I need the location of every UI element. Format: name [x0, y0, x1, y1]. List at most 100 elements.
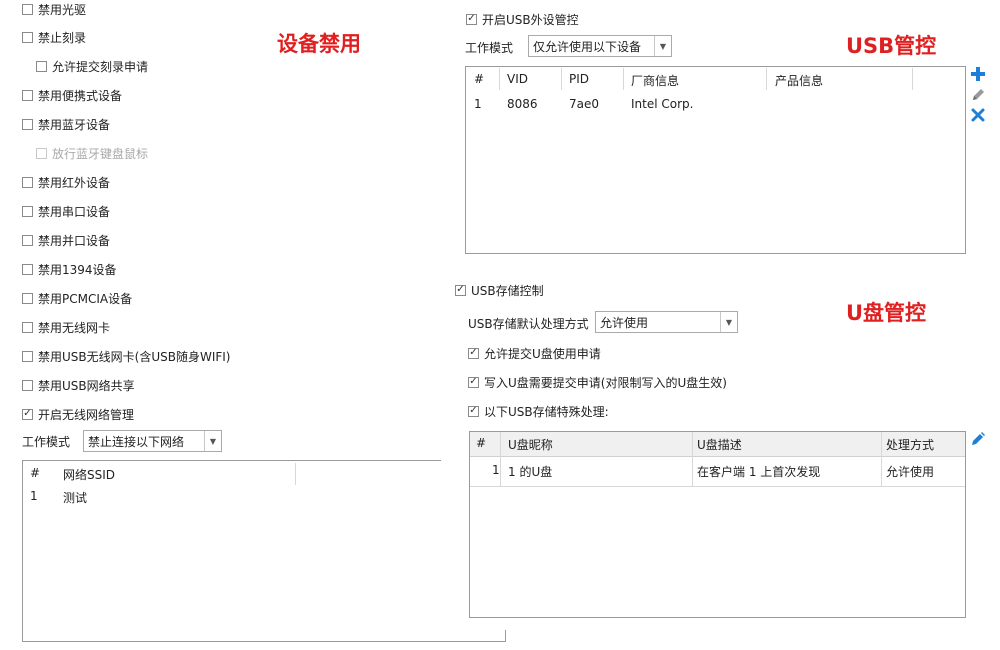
checkbox-box[interactable]: [22, 89, 33, 101]
column-divider: [623, 68, 624, 90]
checkbox-box[interactable]: [22, 3, 33, 15]
checkbox-box[interactable]: [36, 60, 47, 72]
checkbox-label: 禁用USB网络共享: [38, 378, 135, 393]
checkbox-disable-infrared[interactable]: 禁用红外设备: [22, 173, 110, 191]
checkbox-box-checked[interactable]: ✓: [22, 408, 33, 420]
column-header-vid: VID: [507, 72, 528, 86]
checkbox-box[interactable]: [22, 263, 33, 275]
checkbox-label: USB存储控制: [471, 283, 544, 298]
checkbox-label: 禁用串口设备: [38, 204, 111, 219]
checkbox-box[interactable]: [22, 350, 33, 362]
checkbox-box[interactable]: [22, 292, 33, 304]
checkbox-box-checked[interactable]: ✓: [468, 376, 479, 388]
wifi-work-mode-label: 工作模式: [22, 435, 71, 449]
checkbox-disable-1394[interactable]: 禁用1394设备: [22, 260, 117, 278]
checkbox-disable-usb-wireless-nic[interactable]: 禁用USB无线网卡(含USB随身WIFI): [22, 347, 230, 365]
column-header-nickname: U盘昵称: [508, 438, 553, 452]
select-value: 允许使用: [600, 315, 649, 330]
select-value: 仅允许使用以下设备: [533, 39, 642, 54]
checkbox-enable-wireless-management[interactable]: ✓ 开启无线网络管理: [22, 405, 134, 423]
usb-work-mode-select[interactable]: 仅允许使用以下设备 ▼: [528, 35, 672, 57]
chevron-down-icon[interactable]: ▼: [654, 36, 671, 56]
checkbox-box: [36, 147, 47, 159]
cell-action: 允许使用: [886, 465, 935, 479]
checkbox-label: 禁用便携式设备: [38, 88, 123, 103]
wifi-table-top-border: [22, 460, 441, 461]
checkbox-enable-usb-storage[interactable]: ✓ USB存储控制: [455, 281, 544, 299]
column-header-pid: PID: [569, 72, 590, 86]
checkbox-disable-cdrom[interactable]: 禁用光驱: [22, 0, 86, 18]
checkbox-write-udisk-apply[interactable]: ✓ 写入U盘需要提交申请(对限制写入的U盘生效): [468, 373, 727, 391]
checkbox-disable-bluetooth[interactable]: 禁用蓝牙设备: [22, 115, 110, 133]
column-header-ssid: 网络SSID: [63, 468, 116, 482]
column-header-vendor: 厂商信息: [631, 74, 680, 88]
checkbox-disable-wireless-nic[interactable]: 禁用无线网卡: [22, 318, 110, 336]
chevron-down-icon[interactable]: ▼: [204, 431, 221, 451]
checkbox-box-checked[interactable]: ✓: [455, 284, 466, 296]
checkbox-label: 禁用无线网卡: [38, 320, 111, 335]
checkbox-disable-pcmcia[interactable]: 禁用PCMCIA设备: [22, 289, 132, 307]
wifi-table-right-tick: [505, 630, 506, 642]
checkbox-box[interactable]: [22, 205, 33, 217]
column-divider: [500, 432, 501, 487]
column-header-index: #: [474, 72, 485, 86]
column-divider: [499, 68, 500, 90]
checkbox-disable-burn[interactable]: 禁止刻录: [22, 28, 86, 46]
chevron-down-icon[interactable]: ▼: [720, 312, 737, 332]
wifi-table-left-border: [22, 460, 23, 641]
checkbox-box[interactable]: [22, 118, 33, 130]
cell-index: 1: [474, 97, 482, 111]
column-divider: [561, 68, 562, 90]
checkbox-disable-parallel[interactable]: 禁用并口设备: [22, 231, 110, 249]
pencil-icon[interactable]: [970, 87, 986, 103]
column-header-index: #: [30, 466, 41, 480]
checkbox-label: 禁用USB无线网卡(含USB随身WIFI): [38, 349, 231, 364]
checkbox-box[interactable]: [22, 379, 33, 391]
checkbox-label: 禁用红外设备: [38, 175, 111, 190]
checkbox-label: 以下USB存储特殊处理:: [484, 404, 609, 419]
cell-index: 1: [492, 463, 500, 477]
checkbox-label: 禁用蓝牙设备: [38, 117, 111, 132]
udisk-table: [469, 431, 966, 618]
checkbox-enable-usb-control[interactable]: ✓ 开启USB外设管控: [466, 10, 579, 28]
storage-default-label: USB存储默认处理方式: [468, 317, 589, 331]
checkbox-box[interactable]: [22, 31, 33, 43]
checkbox-allow-bt-keyboard-mouse: 放行蓝牙键盘鼠标: [36, 144, 148, 162]
checkbox-box[interactable]: [22, 321, 33, 333]
x-icon[interactable]: [970, 107, 986, 123]
checkbox-label: 开启USB外设管控: [482, 12, 579, 27]
checkbox-disable-portable[interactable]: 禁用便携式设备: [22, 86, 122, 104]
checkbox-allow-burn-apply[interactable]: 允许提交刻录申请: [36, 57, 148, 75]
row-divider: [470, 486, 965, 487]
checkbox-box-checked[interactable]: ✓: [468, 347, 479, 359]
column-header-index: #: [476, 436, 487, 450]
checkbox-label: 写入U盘需要提交申请(对限制写入的U盘生效): [484, 375, 727, 390]
column-divider: [692, 432, 693, 487]
wifi-work-mode-select[interactable]: 禁止连接以下网络 ▼: [83, 430, 222, 452]
plus-icon[interactable]: [970, 66, 986, 82]
pencil-icon[interactable]: [970, 431, 986, 447]
checkbox-label: 禁止刻录: [38, 30, 87, 45]
checkbox-allow-udisk-apply[interactable]: ✓ 允许提交U盘使用申请: [468, 344, 601, 362]
checkbox-box[interactable]: [22, 234, 33, 246]
cell-vendor: Intel Corp.: [631, 97, 694, 111]
checkbox-box[interactable]: [22, 176, 33, 188]
column-divider: [912, 68, 913, 90]
column-header-action: 处理方式: [886, 438, 935, 452]
usb-device-table: [465, 66, 966, 254]
column-divider: [881, 432, 882, 487]
checkbox-special-handling[interactable]: ✓ 以下USB存储特殊处理:: [468, 402, 609, 420]
checkbox-label: 允许提交刻录申请: [52, 59, 149, 74]
annotation-usb-control: USB管控: [846, 34, 937, 58]
checkbox-label: 禁用PCMCIA设备: [38, 291, 133, 306]
checkbox-box-checked[interactable]: ✓: [466, 13, 477, 25]
checkbox-box-checked[interactable]: ✓: [468, 405, 479, 417]
checkbox-label: 放行蓝牙键盘鼠标: [52, 146, 149, 161]
checkbox-disable-usb-tethering[interactable]: 禁用USB网络共享: [22, 376, 135, 394]
checkbox-disable-serial[interactable]: 禁用串口设备: [22, 202, 110, 220]
column-header-product: 产品信息: [775, 74, 824, 88]
checkbox-label: 禁用并口设备: [38, 233, 111, 248]
annotation-udisk-control: U盘管控: [846, 301, 927, 325]
checkbox-label: 开启无线网络管理: [38, 407, 135, 422]
storage-default-select[interactable]: 允许使用 ▼: [595, 311, 738, 333]
